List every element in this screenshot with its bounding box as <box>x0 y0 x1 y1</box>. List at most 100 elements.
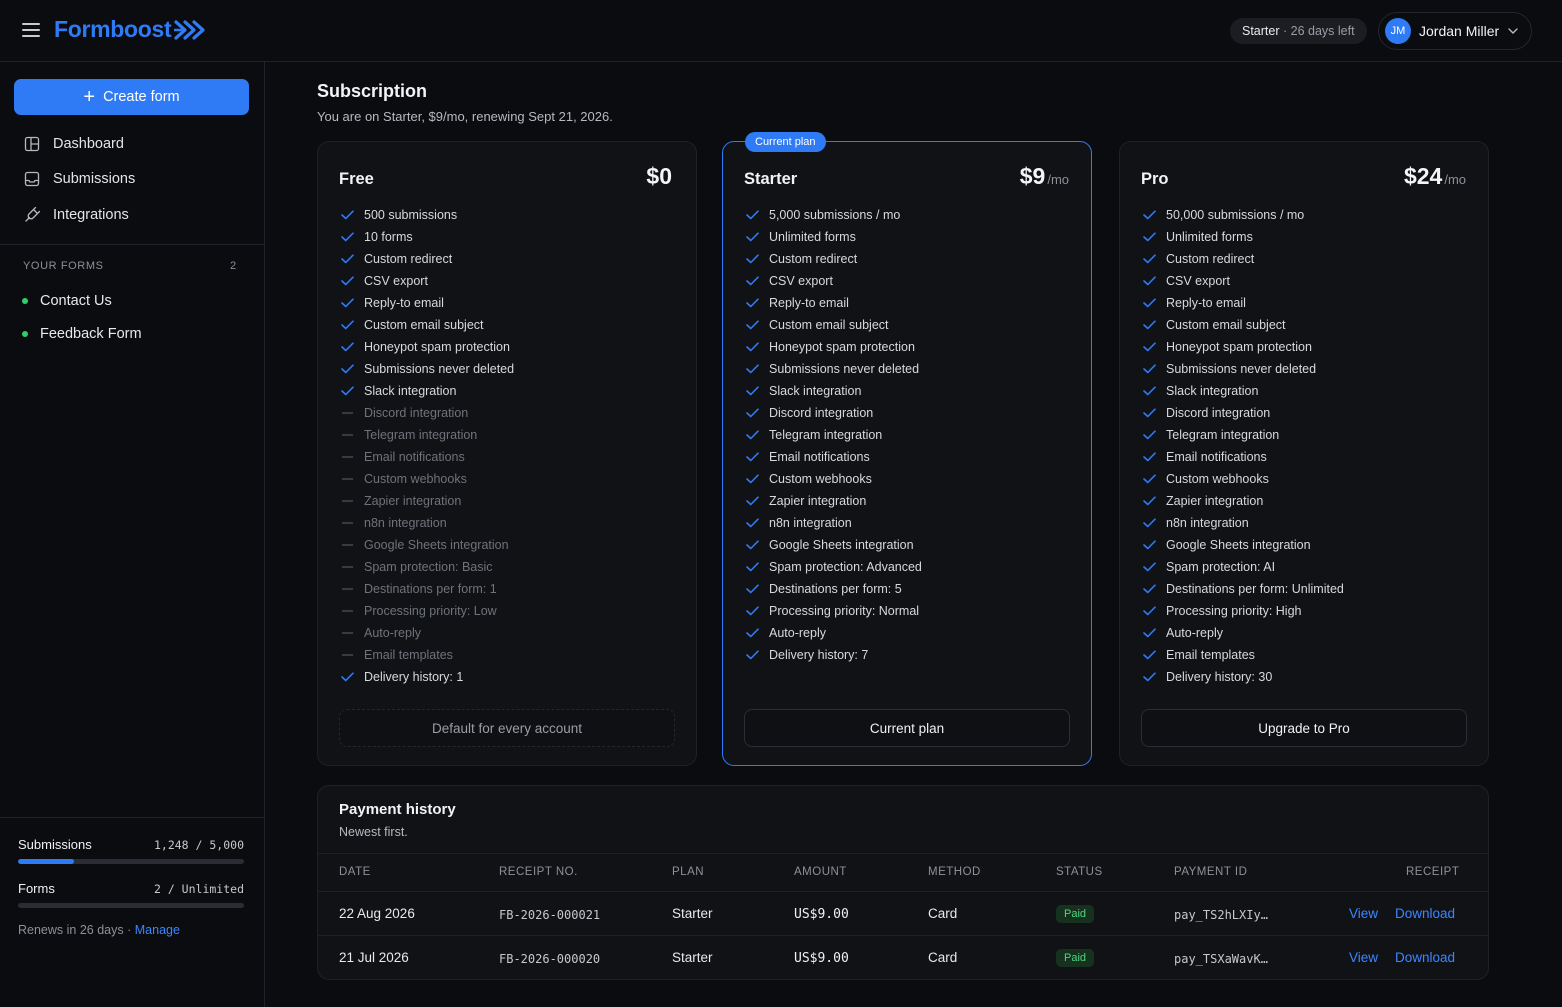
price-amount: $24 <box>1403 163 1443 189</box>
list-item: 5,000 submissions / mo <box>745 204 922 226</box>
sidebar-item-integrations[interactable]: Integrations <box>14 199 249 231</box>
feature-label: Google Sheets integration <box>1166 538 1311 552</box>
list-item: Telegram integration <box>1142 424 1344 446</box>
list-item: Reply-to email <box>745 292 922 314</box>
plan-name: Starter <box>744 170 798 188</box>
dash-icon <box>340 560 354 574</box>
plan-name: Free <box>339 170 374 188</box>
list-item: Destinations per form: Unlimited <box>1142 578 1344 600</box>
trial-status-badge[interactable]: Starter · 26 days left <box>1230 18 1367 44</box>
column-header-date: DATE <box>339 866 371 878</box>
renewal-note: Renews in 26 days · Manage <box>18 923 180 937</box>
check-icon <box>745 384 759 398</box>
list-item: Email notifications <box>745 446 922 468</box>
submissions-usage-label: Submissions <box>18 837 92 852</box>
list-item: Unlimited forms <box>1142 226 1344 248</box>
feature-label: Submissions never deleted <box>769 362 920 376</box>
payment-amount: US$9.00 <box>794 907 849 922</box>
default-plan-button: Default for every account <box>339 709 675 747</box>
table-header: DATE RECEIPT NO. PLAN AMOUNT METHOD STAT… <box>318 853 1488 892</box>
price-amount: $9 <box>1019 163 1046 189</box>
view-receipt-link[interactable]: View <box>1349 906 1378 921</box>
sidebar-item-dashboard[interactable]: Dashboard <box>14 128 249 160</box>
status-dot-icon <box>22 331 28 337</box>
list-item: Unlimited forms <box>745 226 922 248</box>
payment-history-subtitle: Newest first. <box>339 825 408 839</box>
forms-usage-value: 2 / Unlimited <box>153 882 244 896</box>
sidebar: + Create form Dashboard Submissions Inte… <box>0 62 265 1007</box>
list-item: Discord integration <box>745 402 922 424</box>
check-icon <box>745 340 759 354</box>
list-item: Google Sheets integration <box>1142 534 1344 556</box>
list-item: Google Sheets integration <box>745 534 922 556</box>
feature-label: Slack integration <box>1166 384 1259 398</box>
check-icon <box>1142 428 1156 442</box>
dash-icon <box>340 516 354 530</box>
page-title: Subscription <box>317 81 428 101</box>
trial-plan: Starter <box>1242 24 1280 38</box>
list-item: Email notifications <box>340 446 514 468</box>
dash-icon <box>340 538 354 552</box>
feature-label: Custom webhooks <box>364 472 467 486</box>
upgrade-button[interactable]: Upgrade to Pro <box>1141 709 1467 747</box>
table-row: 21 Jul 2026 FB-2026-000020 Starter US$9.… <box>318 936 1488 979</box>
feature-label: Telegram integration <box>769 428 883 442</box>
sidebar-item-label: Integrations <box>53 207 129 223</box>
trial-days: · 26 days left <box>1283 24 1355 38</box>
payment-id: pay_TSXaWavK… <box>1174 952 1268 966</box>
feature-list: 50,000 submissions / mo Unlimited forms … <box>1142 204 1344 688</box>
feature-label: Email templates <box>1166 648 1255 662</box>
manage-link[interactable]: Manage <box>135 923 180 937</box>
menu-icon[interactable] <box>22 23 40 39</box>
feature-label: Discord integration <box>769 406 874 420</box>
check-icon <box>1142 626 1156 640</box>
check-icon <box>1142 450 1156 464</box>
sidebar-item-submissions[interactable]: Submissions <box>14 163 249 195</box>
list-item: Submissions never deleted <box>745 358 922 380</box>
check-icon <box>745 472 759 486</box>
check-icon <box>340 230 354 244</box>
check-icon <box>1142 582 1156 596</box>
receipt-number: FB-2026-000020 <box>499 952 601 966</box>
check-icon <box>745 362 759 376</box>
column-header-amount: AMOUNT <box>794 866 847 878</box>
feature-label: Custom redirect <box>364 252 453 266</box>
download-receipt-link[interactable]: Download <box>1395 906 1455 921</box>
dash-icon <box>340 648 354 662</box>
list-item: 500 submissions <box>340 204 514 226</box>
feature-label: Destinations per form: 1 <box>364 582 497 596</box>
list-item: n8n integration <box>1142 512 1344 534</box>
view-receipt-link[interactable]: View <box>1349 950 1378 965</box>
feature-label: Zapier integration <box>769 494 867 508</box>
feature-label: Zapier integration <box>1166 494 1264 508</box>
check-icon <box>1142 406 1156 420</box>
status-badge: Paid <box>1056 949 1095 967</box>
current-plan-button[interactable]: Current plan <box>744 709 1070 747</box>
logo[interactable]: Formboost <box>54 16 210 43</box>
list-item: Custom redirect <box>340 248 514 270</box>
check-icon <box>340 252 354 266</box>
form-label: Contact Us <box>40 293 112 309</box>
sidebar-form-contact-us[interactable]: Contact Us <box>22 289 112 313</box>
feature-label: CSV export <box>769 274 833 288</box>
create-form-button[interactable]: + Create form <box>14 79 249 115</box>
list-item: Honeypot spam protection <box>1142 336 1344 358</box>
form-label: Feedback Form <box>40 326 142 342</box>
column-header-receipt-no: RECEIPT NO. <box>499 866 578 878</box>
user-menu-button[interactable]: JM Jordan Miller <box>1378 12 1532 50</box>
download-receipt-link[interactable]: Download <box>1395 950 1455 965</box>
list-item: Slack integration <box>745 380 922 402</box>
list-item: Slack integration <box>340 380 514 402</box>
list-item: Telegram integration <box>340 424 514 446</box>
list-item: Delivery history: 30 <box>1142 666 1344 688</box>
list-item: Reply-to email <box>1142 292 1344 314</box>
dash-icon <box>340 604 354 618</box>
check-icon <box>1142 296 1156 310</box>
sidebar-form-feedback-form[interactable]: Feedback Form <box>22 322 142 346</box>
feature-label: Telegram integration <box>1166 428 1280 442</box>
feature-label: Discord integration <box>364 406 469 420</box>
check-icon <box>1142 472 1156 486</box>
check-icon <box>745 318 759 332</box>
your-forms-heading: YOUR FORMS <box>23 260 104 272</box>
check-icon <box>745 582 759 596</box>
